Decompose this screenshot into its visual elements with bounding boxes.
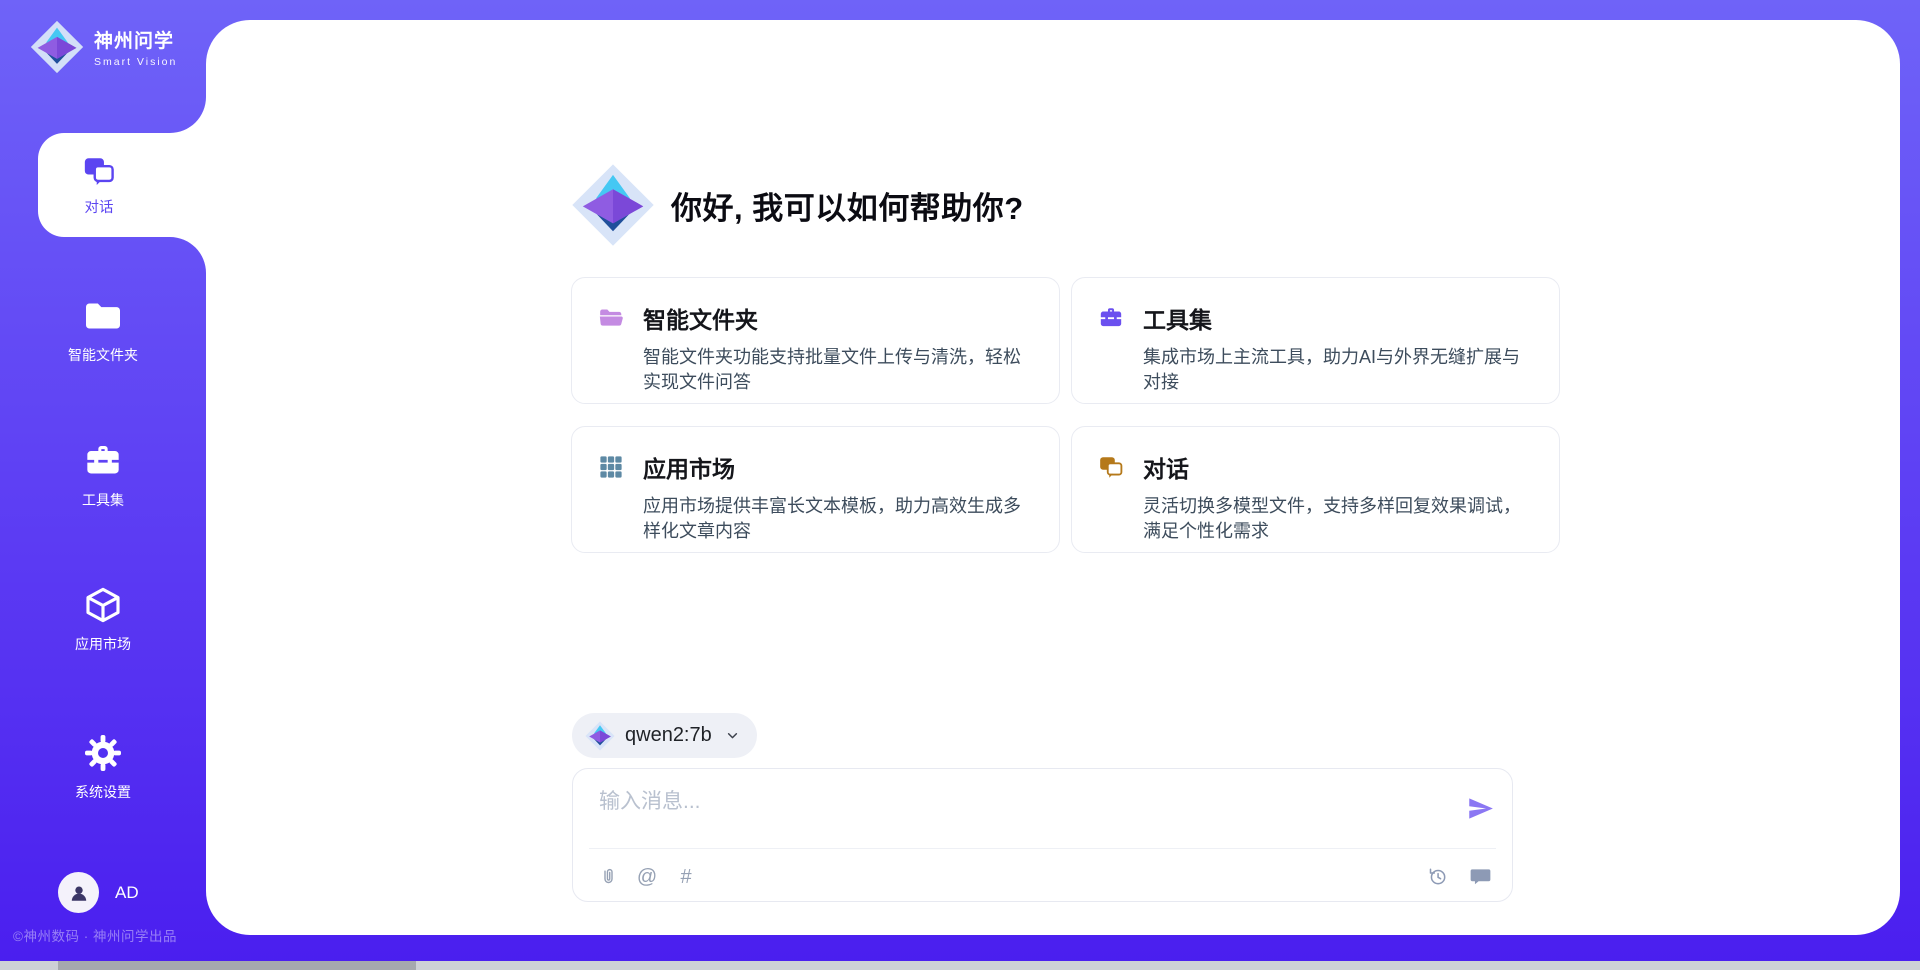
mention-button[interactable]: @ bbox=[636, 866, 658, 888]
model-logo-icon bbox=[585, 721, 615, 751]
card-title: 应用市场 bbox=[643, 450, 735, 484]
brand: 神州问学 Smart Vision bbox=[30, 20, 177, 74]
card-description: 应用市场提供丰富长文本模板，助力高效生成多样化文章内容 bbox=[643, 494, 1035, 544]
send-button[interactable] bbox=[1467, 795, 1494, 822]
avatar bbox=[58, 872, 99, 913]
composer-divider bbox=[589, 848, 1496, 849]
sidebar-item-label: 应用市场 bbox=[75, 634, 131, 654]
sidebar-item-label: 对话 bbox=[85, 196, 114, 217]
greeting-block: 你好, 我可以如何帮助你? bbox=[571, 163, 1024, 247]
sidebar-item-label: 系统设置 bbox=[75, 782, 131, 802]
composer-tools-left: @ # bbox=[597, 866, 697, 888]
sidebar-item-app-market[interactable]: 应用市场 bbox=[0, 585, 206, 654]
card-app-market[interactable]: 应用市场 应用市场提供丰富长文本模板，助力高效生成多样化文章内容 bbox=[571, 426, 1060, 553]
chevron-down-icon bbox=[724, 727, 741, 744]
folder-icon bbox=[83, 296, 123, 336]
sidebar-item-label: 智能文件夹 bbox=[68, 345, 138, 365]
sidebar-footer: ©神州数码 · 神州问学出品 bbox=[13, 925, 213, 945]
feature-cards: 智能文件夹 智能文件夹功能支持批量文件上传与清洗，轻松实现文件问答 工具集 集成… bbox=[571, 277, 1513, 553]
topic-button[interactable]: # bbox=[675, 866, 697, 888]
gear-icon bbox=[83, 733, 123, 773]
model-name: qwen2:7b bbox=[625, 724, 712, 747]
model-selector[interactable]: qwen2:7b bbox=[572, 713, 757, 758]
assistant-logo-icon bbox=[571, 163, 655, 247]
cube-icon bbox=[83, 585, 123, 625]
card-chat[interactable]: 对话 灵活切换多模型文件，支持多样回复效果调试，满足个性化需求 bbox=[1071, 426, 1560, 553]
brand-name: 神州问学 bbox=[94, 26, 177, 53]
history-clock-icon bbox=[1426, 865, 1449, 888]
sidebar-item-smart-folders[interactable]: 智能文件夹 bbox=[0, 296, 206, 365]
user-profile[interactable]: AD bbox=[58, 872, 139, 913]
brand-tagline: Smart Vision bbox=[94, 56, 177, 68]
card-title: 工具集 bbox=[1143, 301, 1212, 335]
send-icon bbox=[1467, 795, 1494, 822]
card-description: 集成市场上主流工具，助力AI与外界无缝扩展与对接 bbox=[1143, 345, 1535, 395]
card-smart-folders[interactable]: 智能文件夹 智能文件夹功能支持批量文件上传与清洗，轻松实现文件问答 bbox=[571, 277, 1060, 404]
sidebar-item-label: 工具集 bbox=[82, 490, 124, 510]
conversation-button[interactable] bbox=[1469, 865, 1492, 888]
card-title: 对话 bbox=[1143, 450, 1189, 484]
card-description: 灵活切换多模型文件，支持多样回复效果调试，满足个性化需求 bbox=[1143, 494, 1535, 544]
toolbox-icon bbox=[1098, 305, 1124, 331]
sidebar-item-toolset[interactable]: 工具集 bbox=[0, 441, 206, 510]
app-root: 神州问学 Smart Vision 对话 智能文件夹 工具集 应用市场 系统设置… bbox=[0, 0, 1920, 970]
history-button[interactable] bbox=[1426, 865, 1449, 888]
chat-bubbles-icon bbox=[1098, 454, 1124, 480]
brand-logo-icon bbox=[30, 20, 84, 74]
folder-open-icon bbox=[598, 305, 624, 331]
grid-icon bbox=[598, 454, 624, 480]
sidebar-item-settings[interactable]: 系统设置 bbox=[0, 733, 206, 802]
chat-solid-icon bbox=[1469, 865, 1492, 888]
card-toolset[interactable]: 工具集 集成市场上主流工具，助力AI与外界无缝扩展与对接 bbox=[1071, 277, 1560, 404]
person-icon bbox=[67, 881, 91, 905]
greeting-title: 你好, 我可以如何帮助你? bbox=[671, 183, 1024, 228]
paperclip-icon bbox=[598, 867, 619, 888]
composer-tools-right bbox=[1426, 865, 1492, 888]
horizontal-scrollbar bbox=[0, 961, 1920, 970]
sidebar-item-chat[interactable]: 对话 bbox=[38, 133, 160, 237]
chat-bubbles-icon bbox=[82, 154, 116, 188]
message-input[interactable] bbox=[597, 783, 1431, 841]
horizontal-scrollbar-thumb[interactable] bbox=[58, 961, 416, 970]
attach-file-button[interactable] bbox=[597, 866, 619, 888]
message-composer: @ # bbox=[572, 768, 1513, 902]
card-title: 智能文件夹 bbox=[643, 301, 758, 335]
user-name: AD bbox=[115, 883, 139, 903]
toolbox-icon bbox=[83, 441, 123, 481]
card-description: 智能文件夹功能支持批量文件上传与清洗，轻松实现文件问答 bbox=[643, 345, 1035, 395]
